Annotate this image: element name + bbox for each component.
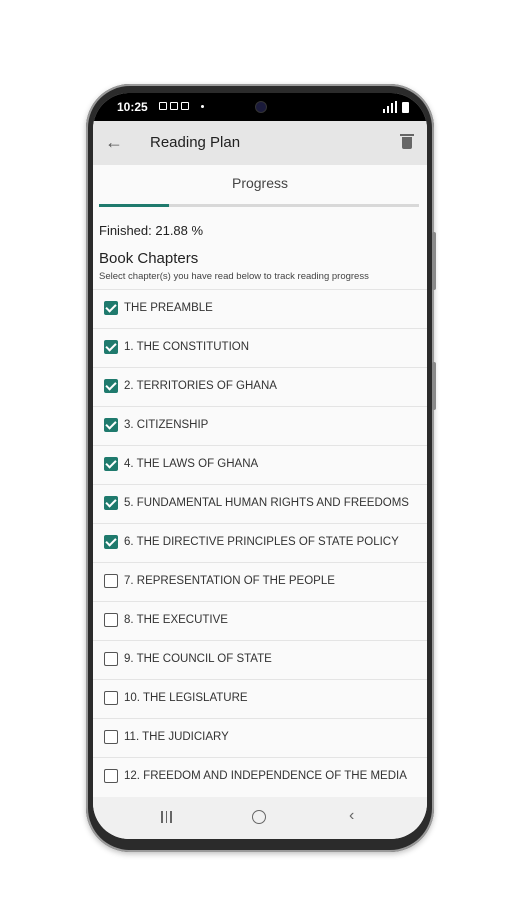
checkbox-unchecked[interactable]	[104, 613, 118, 627]
chapter-item[interactable]: 12. FREEDOM AND INDEPENDENCE OF THE MEDI…	[93, 757, 427, 796]
app-screen: 10:25 ← Reading Plan Progress Finished: …	[93, 93, 427, 839]
back-arrow-icon[interactable]: ←	[105, 131, 123, 153]
progress-bar	[99, 204, 419, 207]
app-bar: ← Reading Plan	[93, 121, 427, 165]
progress-tab-label: Progress	[231, 175, 289, 191]
chapter-item[interactable]: 2. TERRITORIES OF GHANA	[93, 367, 427, 406]
chapter-item[interactable]: 1. THE CONSTITUTION	[93, 328, 427, 367]
home-icon[interactable]	[252, 810, 266, 824]
finished-percentage: Finished: 21.88 %	[99, 223, 204, 238]
chapter-item[interactable]: 10. THE LEGISLATURE	[93, 679, 427, 718]
chapter-item[interactable]: 4. THE LAWS OF GHANA	[93, 445, 427, 484]
checkbox-checked[interactable]	[104, 457, 118, 471]
chapter-label: 4. THE LAWS OF GHANA	[124, 458, 259, 470]
chapter-label: THE PREAMBLE	[124, 302, 213, 314]
notification-icons	[159, 102, 189, 110]
chapter-label: 11. THE JUDICIARY	[124, 731, 229, 743]
page-title: Reading Plan	[150, 134, 241, 151]
chapter-label: 5. FUNDAMENTAL HUMAN RIGHTS AND FREEDOMS	[124, 497, 409, 509]
checkbox-unchecked[interactable]	[104, 730, 118, 744]
chapter-item[interactable]: 7. REPRESENTATION OF THE PEOPLE	[93, 562, 427, 601]
section-title: Book Chapters	[99, 250, 199, 267]
checkbox-checked[interactable]	[104, 301, 118, 315]
battery-icon	[402, 102, 409, 113]
chapter-item[interactable]: 9. THE COUNCIL OF STATE	[93, 640, 427, 679]
phone-side-button	[432, 362, 436, 410]
chapter-label: 10. THE LEGISLATURE	[124, 692, 248, 704]
chapter-item[interactable]: 5. FUNDAMENTAL HUMAN RIGHTS AND FREEDOMS	[93, 484, 427, 523]
checkbox-unchecked[interactable]	[104, 652, 118, 666]
status-time: 10:25	[117, 100, 148, 114]
phone-side-button	[432, 232, 436, 290]
checkbox-checked[interactable]	[104, 340, 118, 354]
chapter-item[interactable]: 11. THE JUDICIARY	[93, 718, 427, 757]
chapter-item[interactable]: 8. THE EXECUTIVE	[93, 601, 427, 640]
chapter-label: 3. CITIZENSHIP	[124, 419, 209, 431]
chapter-label: 12. FREEDOM AND INDEPENDENCE OF THE MEDI…	[124, 770, 407, 782]
section-subtitle: Select chapter(s) you have read below to…	[99, 271, 369, 282]
checkbox-checked[interactable]	[104, 496, 118, 510]
checkbox-unchecked[interactable]	[104, 574, 118, 588]
recent-apps-icon[interactable]	[161, 811, 173, 823]
chapter-label: 2. TERRITORIES OF GHANA	[124, 380, 277, 392]
camera-icon	[255, 101, 267, 113]
chapter-item[interactable]: 3. CITIZENSHIP	[93, 406, 427, 445]
dot-icon	[201, 105, 204, 108]
chapter-list: THE PREAMBLE 1. THE CONSTITUTION 2. TERRIT…	[93, 289, 427, 796]
checkbox-checked[interactable]	[104, 379, 118, 393]
checkbox-checked[interactable]	[104, 418, 118, 432]
nav-back-icon[interactable]: ‹	[349, 807, 354, 825]
signal-battery-icons	[383, 101, 409, 113]
status-bar: 10:25	[93, 93, 427, 121]
chapter-item[interactable]: THE PREAMBLE	[93, 289, 427, 328]
checkbox-unchecked[interactable]	[104, 769, 118, 783]
progress-bar-fill	[99, 204, 170, 207]
chapter-label: 6. THE DIRECTIVE PRINCIPLES OF STATE POL…	[124, 536, 399, 548]
checkbox-unchecked[interactable]	[104, 691, 118, 705]
chapter-label: 1. THE CONSTITUTION	[124, 341, 250, 353]
chapter-item[interactable]: 6. THE DIRECTIVE PRINCIPLES OF STATE POL…	[93, 523, 427, 562]
checkbox-checked[interactable]	[104, 535, 118, 549]
chapter-label: 8. THE EXECUTIVE	[124, 614, 228, 626]
chapter-label: 7. REPRESENTATION OF THE PEOPLE	[124, 575, 335, 587]
system-nav-bar: ‹	[93, 797, 427, 839]
chapter-label: 9. THE COUNCIL OF STATE	[124, 653, 272, 665]
trash-icon[interactable]	[400, 134, 414, 150]
